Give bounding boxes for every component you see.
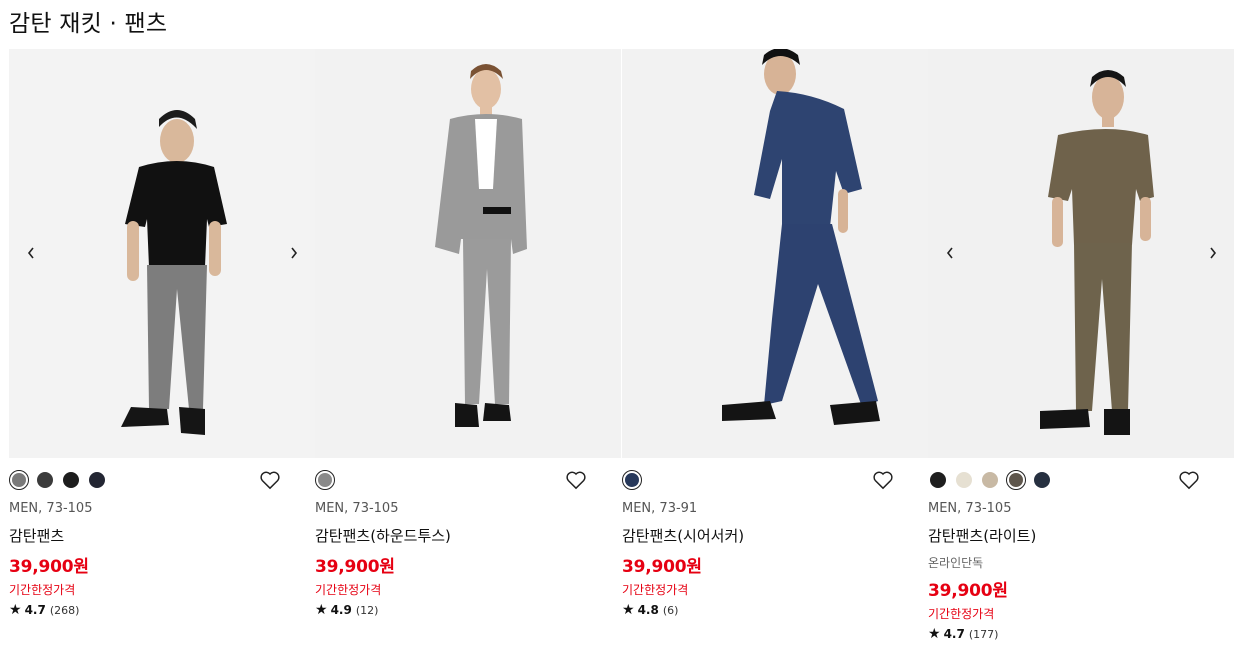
- product-name[interactable]: 감탄팬츠(시어서커): [622, 525, 744, 546]
- color-swatches: [315, 470, 341, 490]
- product-rating: ★ 4.7 (177): [928, 626, 998, 642]
- product-grid: MEN, 73-105 감탄팬츠 39,900원 기간한정가격 ★ 4.7 (2…: [9, 49, 1235, 649]
- product-price: 39,900원: [622, 557, 702, 577]
- chevron-right-icon: [1210, 247, 1217, 259]
- price-note: 기간한정가격: [622, 583, 689, 597]
- color-swatch[interactable]: [980, 470, 1000, 490]
- color-swatch[interactable]: [954, 470, 974, 490]
- heart-icon[interactable]: [872, 470, 894, 490]
- heart-icon[interactable]: [259, 470, 281, 490]
- product-image[interactable]: [622, 49, 928, 458]
- color-swatches: [9, 470, 113, 490]
- review-count: (268): [49, 603, 80, 617]
- color-swatch[interactable]: [622, 470, 642, 490]
- color-swatch[interactable]: [928, 470, 948, 490]
- price-note: 기간한정가격: [315, 583, 382, 597]
- product-image[interactable]: [9, 49, 315, 458]
- product-card[interactable]: MEN, 73-105 감탄팬츠(하운드투스) 39,900원 기간한정가격 ★…: [315, 49, 621, 649]
- price-note: 기간한정가격: [9, 583, 76, 597]
- product-price: 39,900원: [9, 557, 89, 577]
- rating-score: 4.7: [943, 627, 965, 641]
- color-swatch-dot: [89, 472, 105, 488]
- rating-score: 4.9: [330, 603, 352, 617]
- color-swatch[interactable]: [1032, 470, 1052, 490]
- color-swatch-dot: [625, 473, 639, 487]
- rating-score: 4.8: [637, 603, 659, 617]
- heart-icon[interactable]: [1178, 470, 1200, 490]
- color-swatch[interactable]: [1006, 470, 1026, 490]
- color-swatch-dot: [1034, 472, 1050, 488]
- carousel-next-button[interactable]: [1203, 241, 1223, 265]
- color-swatch-dot: [982, 472, 998, 488]
- chevron-left-icon: [27, 247, 34, 259]
- color-swatch-dot: [12, 473, 26, 487]
- color-swatch-dot: [1009, 473, 1023, 487]
- star-icon: ★: [928, 626, 941, 642]
- star-icon: ★: [315, 602, 328, 618]
- product-image[interactable]: [928, 49, 1234, 458]
- product-rating: ★ 4.7 (268): [9, 602, 79, 618]
- product-rating: ★ 4.9 (12): [315, 602, 378, 618]
- product-price: 39,900원: [928, 581, 1008, 601]
- product-name[interactable]: 감탄팬츠(라이트): [928, 525, 1036, 546]
- review-count: (6): [662, 603, 679, 617]
- price-note: 기간한정가격: [928, 607, 995, 621]
- color-swatch[interactable]: [87, 470, 107, 490]
- section-title: 감탄 재킷 · 팬츠: [9, 11, 168, 37]
- color-swatch-dot: [318, 473, 332, 487]
- product-card[interactable]: MEN, 73-91 감탄팬츠(시어서커) 39,900원 기간한정가격 ★ 4…: [622, 49, 928, 649]
- review-count: (177): [968, 627, 999, 641]
- color-swatch-dot: [63, 472, 79, 488]
- chevron-left-icon: [946, 247, 953, 259]
- color-swatches: [622, 470, 648, 490]
- product-rating: ★ 4.8 (6): [622, 602, 678, 618]
- color-swatch-dot: [956, 472, 972, 488]
- color-swatch-dot: [37, 472, 53, 488]
- product-card[interactable]: MEN, 73-105 감탄팬츠 39,900원 기간한정가격 ★ 4.7 (2…: [9, 49, 315, 649]
- color-swatch[interactable]: [315, 470, 335, 490]
- heart-icon[interactable]: [565, 470, 587, 490]
- gender-size: MEN, 73-91: [622, 501, 698, 516]
- product-name[interactable]: 감탄팬츠: [9, 525, 64, 546]
- gender-size: MEN, 73-105: [9, 501, 93, 516]
- carousel-next-button[interactable]: [284, 241, 304, 265]
- product-image[interactable]: [315, 49, 621, 458]
- gender-size: MEN, 73-105: [928, 501, 1012, 516]
- color-swatch[interactable]: [35, 470, 55, 490]
- color-swatches: [928, 470, 1058, 490]
- star-icon: ★: [622, 602, 635, 618]
- review-count: (12): [355, 603, 379, 617]
- carousel-prev-button[interactable]: [940, 241, 960, 265]
- gender-size: MEN, 73-105: [315, 501, 399, 516]
- product-price: 39,900원: [315, 557, 395, 577]
- color-swatch[interactable]: [61, 470, 81, 490]
- product-name[interactable]: 감탄팬츠(하운드투스): [315, 525, 451, 546]
- carousel-prev-button[interactable]: [21, 241, 41, 265]
- star-icon: ★: [9, 602, 22, 618]
- color-swatch[interactable]: [9, 470, 29, 490]
- color-swatch-dot: [930, 472, 946, 488]
- online-only-badge: 온라인단독: [928, 556, 984, 570]
- product-card[interactable]: MEN, 73-105 감탄팬츠(라이트) 온라인단독 39,900원 기간한정…: [928, 49, 1234, 649]
- chevron-right-icon: [291, 247, 298, 259]
- rating-score: 4.7: [24, 603, 46, 617]
